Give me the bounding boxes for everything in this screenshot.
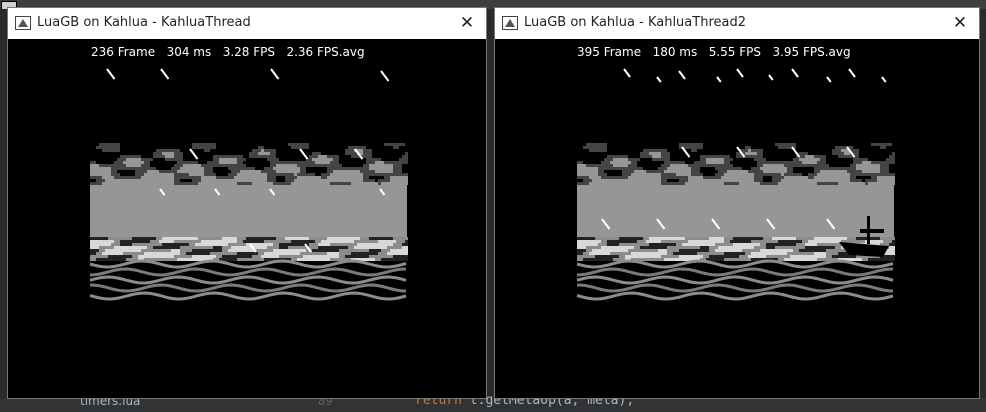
close-icon[interactable]: ✕	[454, 11, 480, 35]
window-title: LuaGB on Kahlua - KahluaThread2	[524, 15, 746, 30]
window-title: LuaGB on Kahlua - KahluaThread	[37, 15, 251, 30]
storm-clouds	[90, 143, 408, 185]
window-titlebar[interactable]: LuaGB on Kahlua - KahluaThread2 ✕	[495, 8, 979, 39]
window-titlebar[interactable]: LuaGB on Kahlua - KahluaThread ✕	[8, 8, 486, 39]
game-canvas	[89, 68, 408, 303]
ide-right-editor-strip	[979, 9, 986, 398]
close-icon[interactable]: ✕	[947, 11, 973, 35]
game-canvas	[576, 68, 895, 303]
ide-code-strip: timers.lua 89 return t.getMetaOp(a, meta…	[0, 393, 986, 412]
emulator-screen[interactable]	[495, 39, 979, 398]
emulator-screen[interactable]	[8, 39, 486, 398]
sea-crests	[90, 237, 408, 261]
java-app-icon	[502, 16, 518, 30]
emulator-window-2[interactable]: LuaGB on Kahlua - KahluaThread2 ✕ 395 Fr…	[494, 7, 980, 399]
sky-band	[577, 185, 894, 237]
storm-clouds	[577, 143, 895, 185]
java-app-icon	[15, 16, 31, 30]
emulator-window-1[interactable]: LuaGB on Kahlua - KahluaThread ✕ 236 Fra…	[7, 7, 487, 399]
sky-band	[90, 185, 407, 237]
